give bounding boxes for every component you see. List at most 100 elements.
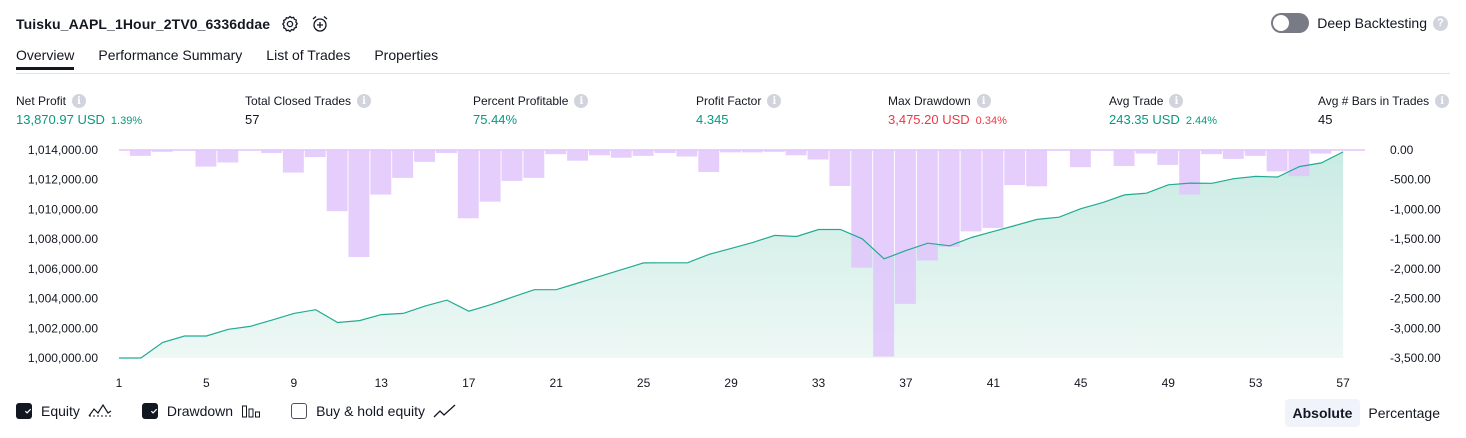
drawdown-bar (807, 150, 829, 160)
drawdown-bar (982, 150, 1004, 228)
buy-hold-checkbox[interactable] (291, 403, 308, 419)
drawdown-bar (436, 150, 457, 153)
drawdown-bar (261, 150, 282, 153)
info-icon[interactable]: i (574, 94, 589, 108)
drawdown-bar (763, 150, 785, 152)
drawdown-bar (1135, 150, 1157, 154)
metric-value: 4.345 (696, 112, 729, 127)
deep-backtesting-control: Deep Backtesting ? (1271, 13, 1448, 33)
x-axis-tick: 53 (1249, 376, 1263, 390)
view-mode-switch: Absolute Percentage (1284, 399, 1449, 427)
x-axis-tick: 9 (291, 376, 298, 390)
metric-avg-bars-in-trades: Avg # Bars in Trades i 45 (1318, 94, 1450, 127)
tab-bar: Overview Performance Summary List of Tra… (16, 47, 462, 70)
x-axis-tick: 5 (203, 376, 210, 390)
drawdown-bar (1244, 150, 1266, 156)
info-icon[interactable]: i (357, 94, 372, 108)
absolute-button[interactable]: Absolute (1284, 399, 1361, 427)
tab-performance-summary[interactable]: Performance Summary (98, 47, 242, 70)
x-axis-tick: 57 (1336, 376, 1350, 390)
legend-equity[interactable]: Equity (16, 403, 112, 419)
drawdown-bar (414, 150, 435, 162)
percentage-button[interactable]: Percentage (1360, 399, 1448, 427)
drawdown-bar (676, 150, 698, 157)
info-icon[interactable]: i (1435, 94, 1450, 108)
x-axis-tick: 13 (375, 376, 389, 390)
x-axis-tick: 37 (899, 376, 913, 390)
drawdown-bar (1113, 150, 1135, 166)
drawdown-bar (1026, 150, 1048, 187)
equity-label: Equity (41, 403, 80, 419)
drawdown-bar (151, 150, 173, 152)
gear-icon[interactable] (280, 14, 300, 34)
metric-value: 45 (1318, 112, 1333, 127)
drawdown-bar (785, 150, 807, 156)
drawdown-bar (326, 150, 348, 212)
metric-label: Percent Profitable (473, 94, 569, 108)
tab-overview[interactable]: Overview (16, 47, 75, 70)
drawdown-bar (873, 150, 895, 357)
metric-percent: 2.44% (1185, 115, 1218, 127)
drawdown-bar (217, 150, 239, 163)
help-icon[interactable]: ? (1433, 15, 1448, 31)
drawdown-bar (1179, 150, 1201, 195)
metric-label: Avg Trade (1109, 94, 1164, 108)
drawdown-bar (1069, 150, 1091, 168)
y-axis-left-tick: 1,002,000.00 (28, 321, 98, 335)
drawdown-label: Drawdown (166, 403, 234, 419)
metric-total-closed-trades: Total Closed Trades i 57 (245, 94, 372, 127)
tab-list-of-trades[interactable]: List of Trades (266, 47, 350, 70)
y-axis-right-tick: -3,000.00 (1390, 321, 1441, 335)
drawdown-bar (654, 150, 676, 153)
x-axis-tick: 41 (987, 376, 1001, 390)
y-axis-left-tick: 1,012,000.00 (28, 173, 98, 187)
drawdown-bar (829, 150, 851, 186)
drawdown-checkbox[interactable] (141, 403, 158, 419)
y-axis-right-tick: 0.00 (1390, 143, 1414, 157)
metric-profit-factor: Profit Factor i 4.345 (696, 94, 782, 127)
tab-properties[interactable]: Properties (374, 47, 438, 70)
alarm-add-icon[interactable] (310, 14, 330, 34)
info-icon[interactable]: i (1169, 94, 1184, 108)
info-icon[interactable]: i (72, 94, 87, 108)
drawdown-bar (1157, 150, 1179, 165)
x-axis-tick: 1 (116, 376, 123, 390)
drawdown-bar (129, 150, 151, 156)
equity-drawdown-chart[interactable]: 1,014,000.00 1,012,000.00 1,010,000.00 1,00… (0, 138, 1466, 396)
info-icon[interactable]: i (767, 94, 782, 108)
tab-divider (16, 73, 1450, 74)
deep-backtesting-label: Deep Backtesting (1317, 15, 1427, 31)
drawdown-bar (1266, 150, 1288, 172)
metric-label: Total Closed Trades (245, 94, 352, 108)
x-axis-tick: 29 (724, 376, 738, 390)
drawdown-bar (698, 150, 720, 172)
drawdown-bar (567, 150, 588, 161)
drawdown-bars-icon (242, 405, 261, 418)
equity-line-icon (88, 403, 112, 417)
y-axis-left-tick: 1,006,000.00 (28, 262, 98, 276)
metric-label: Profit Factor (696, 94, 762, 108)
y-axis-left-tick: 1,014,000.00 (28, 143, 98, 157)
y-axis-right-tick: -500.00 (1390, 173, 1431, 187)
drawdown-bar (851, 150, 873, 268)
x-axis-tick: 17 (462, 376, 476, 390)
metric-net-profit: Net Profit i 13,870.97 USD 1.39% (16, 94, 142, 127)
metric-percent-profitable: Percent Profitable i 75.44% (473, 94, 589, 127)
legend-drawdown[interactable]: Drawdown (141, 403, 261, 419)
info-icon[interactable]: i (976, 94, 991, 108)
metric-percent: 0.34% (975, 115, 1007, 127)
drawdown-bar (720, 150, 741, 153)
x-axis-tick: 33 (812, 376, 826, 390)
deep-backtesting-toggle[interactable] (1271, 13, 1310, 33)
y-axis-right-tick: -1,500.00 (1390, 232, 1441, 246)
buy-hold-line-icon (433, 404, 456, 418)
drawdown-bar (1222, 150, 1244, 159)
metric-value: 3,475.20 USD (888, 112, 970, 127)
equity-checkbox[interactable] (16, 403, 32, 419)
equity-area (119, 151, 1344, 358)
drawdown-bar (895, 150, 916, 304)
x-axis-tick: 21 (550, 376, 564, 390)
drawdown-bar (632, 150, 654, 156)
legend-buy-hold-equity[interactable]: Buy & hold equity (291, 403, 457, 419)
drawdown-bar (479, 150, 501, 202)
